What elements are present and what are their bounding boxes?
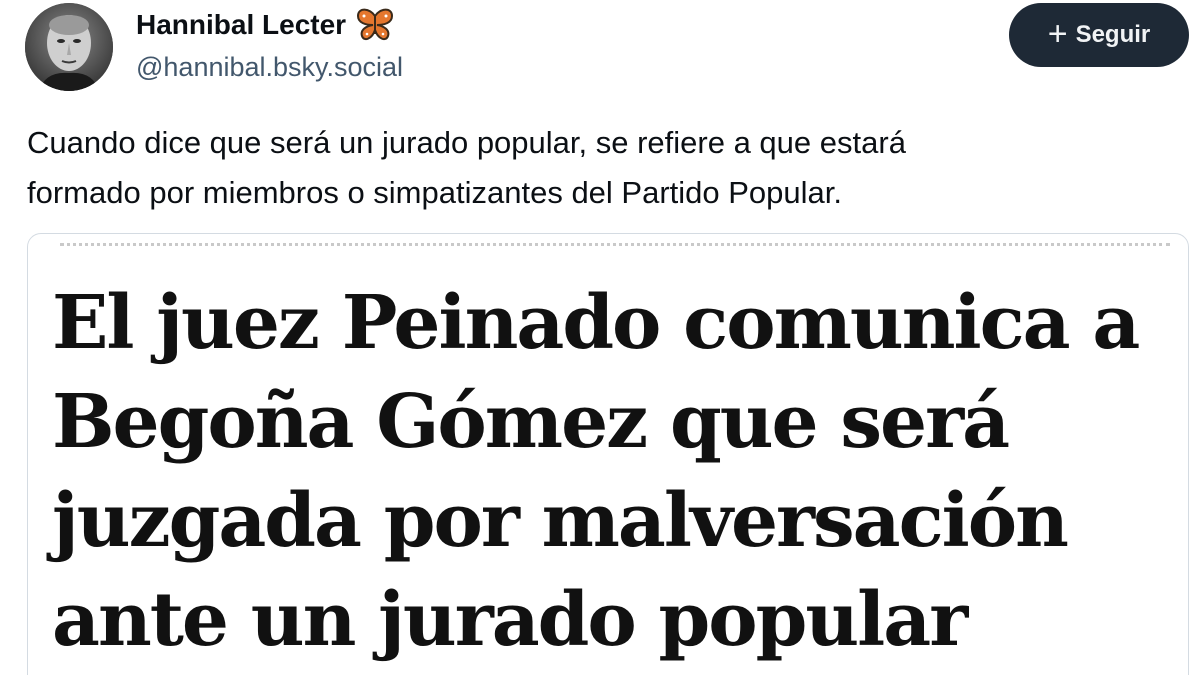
butterfly-icon — [356, 8, 394, 42]
post-text-line: Cuando dice que será un jurado popular, … — [27, 125, 906, 160]
author-name-label: Hannibal Lecter — [136, 9, 347, 40]
headline-line: El juez Peinado comunica a — [52, 280, 1140, 366]
plus-icon: + — [1047, 14, 1068, 53]
post: Hannibal Lecter @hannibal.bsky.social + … — [0, 0, 1200, 675]
news-headline: El juez Peinado comunica a Begoña Gómez … — [52, 274, 1140, 670]
post-text-line: formado por miembros o simpatizantes del… — [27, 175, 843, 210]
headline-line: ante un jurado popular — [52, 577, 968, 663]
headline-line: Begoña Gómez que será — [52, 379, 1010, 465]
author-name[interactable]: Hannibal Lecter — [136, 5, 394, 45]
follow-button-label: Seguir — [1075, 21, 1151, 48]
dotted-divider — [60, 243, 1170, 246]
avatar-portrait — [25, 3, 113, 91]
avatar[interactable] — [25, 3, 113, 91]
follow-button[interactable]: + Seguir — [1009, 3, 1189, 67]
post-text: Cuando dice que será un jurado popular, … — [27, 118, 1187, 218]
author-handle[interactable]: @hannibal.bsky.social — [136, 52, 403, 83]
embedded-image-card[interactable]: El juez Peinado comunica a Begoña Gómez … — [27, 233, 1189, 675]
headline-line: juzgada por malversación — [52, 478, 1069, 564]
